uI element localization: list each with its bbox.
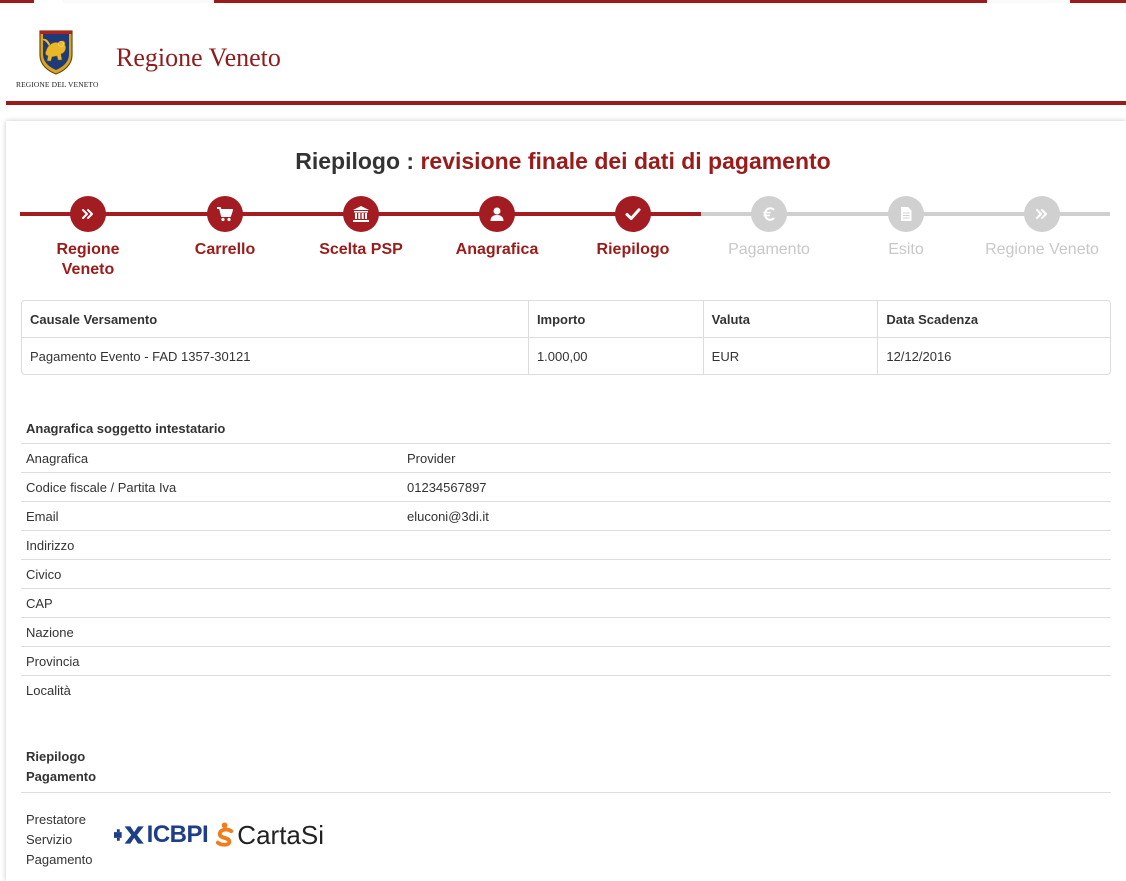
step-riepilogo[interactable]: Riepilogo: [573, 196, 693, 260]
payment-table: Causale Versamento Importo Valuta Data S…: [21, 300, 1111, 375]
step-label: Scelta PSP: [319, 241, 403, 258]
cartasi-wordmark: CartaSi: [237, 819, 324, 850]
cartasi-swirl-icon: [216, 822, 234, 847]
psp-label-line3: Pagamento: [26, 852, 93, 867]
field-label: CAP: [26, 596, 53, 611]
anagrafica-section-title: Anagrafica soggetto intestatario: [26, 421, 226, 436]
field-label: Località: [26, 683, 71, 698]
step-label: Carrello: [194, 241, 256, 258]
cell-importo: 1.000,00: [527, 338, 703, 374]
step-esito[interactable]: Esito: [846, 196, 966, 260]
step-label: Regione Veneto: [56, 241, 120, 278]
field-label: Civico: [26, 567, 62, 582]
field-value: eluconi@3di.it: [407, 509, 489, 524]
step-circle: [751, 196, 787, 232]
step-circle: [207, 196, 243, 232]
step-label: Esito: [888, 241, 924, 258]
field-value: 01234567897: [407, 480, 487, 495]
double-chevron-right-icon: [1036, 209, 1047, 219]
header-divider: [6, 101, 1126, 105]
cell-data-scadenza: 12/12/2016: [877, 338, 1110, 374]
euro-icon: [763, 207, 775, 221]
list-item: Civico: [21, 559, 1111, 588]
column-header-causale: Causale Versamento: [22, 301, 528, 338]
table-header-row: Causale Versamento Importo Valuta Data S…: [22, 301, 1110, 338]
list-item: Anagrafica Provider: [21, 443, 1111, 472]
field-label: Codice fiscale / Partita Iva: [26, 480, 177, 495]
page-title-accent: revisione finale dei dati di pagamento: [420, 148, 831, 174]
list-item: Località: [21, 675, 1111, 704]
psp-label-line1: Prestatore: [26, 812, 86, 827]
step-carrello[interactable]: Carrello: [165, 196, 285, 260]
bank-icon: [353, 206, 369, 222]
regione-veneto-logo[interactable]: REGIONE DEL VENETO: [16, 27, 99, 91]
icbpi-cross-icon: [114, 826, 144, 844]
site-header: REGIONE DEL VENETO Regione Veneto: [0, 3, 1126, 103]
psp-label-line2: Servizio: [26, 832, 73, 847]
column-header-valuta: Valuta: [702, 301, 878, 338]
cell-valuta: EUR: [702, 338, 878, 374]
list-item: Nazione: [21, 617, 1111, 646]
checkout-stepper: Regione Veneto Carrello Scelta PSP Anagr…: [20, 196, 1110, 286]
step-circle: [1024, 196, 1060, 232]
column-header-importo: Importo: [527, 301, 703, 338]
double-chevron-right-icon: [82, 209, 93, 219]
anagrafica-list: Anagrafica Provider Codice fiscale / Part…: [21, 443, 1111, 704]
riepilogo-title-line2: Pagamento: [26, 769, 97, 784]
lion-of-saint-mark-icon: [39, 30, 73, 75]
step-circle: [343, 196, 379, 232]
column-header-data-scadenza: Data Scadenza: [877, 301, 1110, 338]
field-value: Provider: [407, 451, 456, 466]
field-label: Nazione: [26, 625, 74, 640]
check-icon: [625, 208, 641, 220]
list-item: Indirizzo: [21, 530, 1111, 559]
field-label: Email: [26, 509, 59, 524]
section-divider: [21, 792, 1111, 793]
step-circle: [888, 196, 924, 232]
site-title[interactable]: Regione Veneto: [116, 43, 281, 73]
field-label: Anagrafica: [26, 451, 89, 466]
psp-label: Prestatore Servizio Pagamento: [26, 810, 106, 870]
user-icon: [490, 207, 504, 221]
field-label: Provincia: [26, 654, 80, 669]
icbpi-wordmark: ICBPI: [146, 821, 209, 848]
logo-caption: REGIONE DEL VENETO: [16, 80, 99, 89]
page-title-prefix: Riepilogo :: [295, 148, 421, 174]
step-label: Anagrafica: [455, 241, 539, 258]
step-label: Pagamento: [728, 241, 810, 258]
field-label: Indirizzo: [26, 538, 75, 553]
step-regione-veneto[interactable]: Regione Veneto: [28, 196, 148, 280]
icbpi-cartasi-logo: ICBPI CartaSi: [114, 818, 324, 852]
riepilogo-title-line1: Riepilogo: [26, 749, 86, 764]
step-regione-veneto-return[interactable]: Regione Veneto: [982, 196, 1102, 260]
table-row: Pagamento Evento - FAD 1357-30121 1.000,…: [22, 338, 1110, 374]
step-label: Regione Veneto: [985, 241, 1099, 258]
cell-causale: Pagamento Evento - FAD 1357-30121: [30, 348, 251, 364]
step-pagamento[interactable]: Pagamento: [709, 196, 829, 260]
document-icon: [901, 207, 912, 221]
list-item: CAP: [21, 588, 1111, 617]
list-item: Provincia: [21, 646, 1111, 675]
list-item: Email eluconi@3di.it: [21, 501, 1111, 530]
riepilogo-pagamento-title: Riepilogo Pagamento: [26, 747, 96, 787]
step-circle: [70, 196, 106, 232]
step-anagrafica[interactable]: Anagrafica: [437, 196, 557, 260]
step-circle: [615, 196, 651, 232]
page-title: Riepilogo : revisione finale dei dati di…: [0, 148, 1126, 175]
step-scelta-psp[interactable]: Scelta PSP: [301, 196, 421, 260]
cart-icon: [217, 207, 233, 222]
step-circle: [479, 196, 515, 232]
list-item: Codice fiscale / Partita Iva 01234567897: [21, 472, 1111, 501]
step-label: Riepilogo: [596, 241, 670, 258]
